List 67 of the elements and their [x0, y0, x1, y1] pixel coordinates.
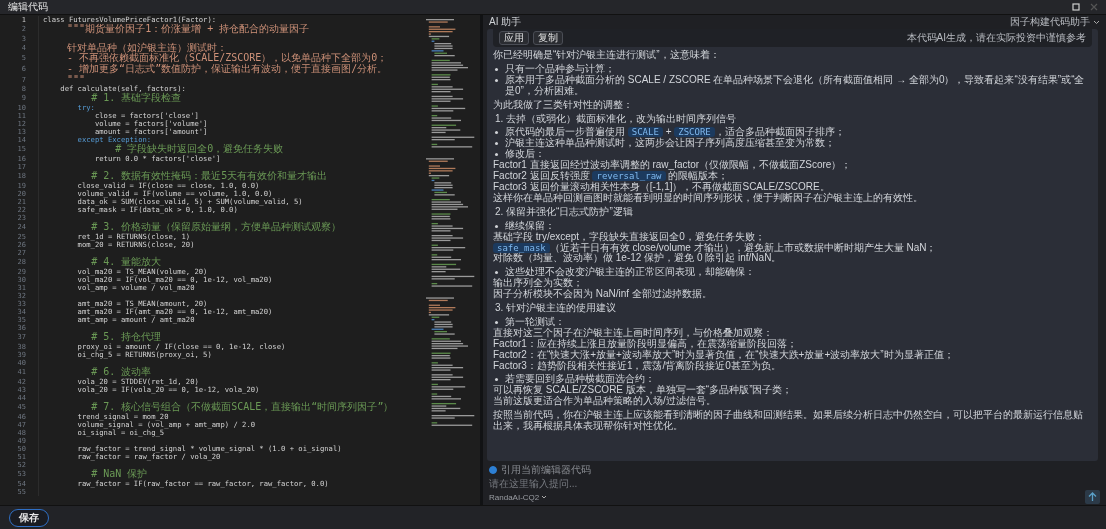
- window-title: 编辑代码: [8, 0, 48, 14]
- message-text: Factor2：在“快速大涨+放量+波动率放大”时为显著负值，在“快速大跌+放量+波动率放大”时为显著正值；: [493, 349, 954, 361]
- reference-checkbox[interactable]: [489, 466, 497, 474]
- send-button[interactable]: [1085, 490, 1100, 504]
- code-line: """期货量价因子1：价涨量增 + 持仓配合的动量因子: [66, 24, 310, 35]
- model-dropdown[interactable]: RandaAI-CQ2: [489, 492, 548, 502]
- message-text: 第一轮测试：: [505, 316, 565, 328]
- message-text: 输出序列全为实数；: [493, 278, 583, 289]
- code-line: # 5. 持仓代理: [90, 332, 162, 343]
- bullet-icon: [495, 320, 498, 324]
- message-text: Factor3：趋势阶段相关性接近1，震荡/背离阶段接近0甚至为负。: [493, 360, 781, 372]
- message-text: 只有一个品种参与计算；: [505, 63, 615, 75]
- bullet-icon: [495, 224, 498, 228]
- message-text: 这些处理不会改变沪银主连的正常区间表现，却能确保：: [505, 267, 755, 278]
- code-line: # 2. 数据有效性掩码：最近5天有有效价和量才输出: [90, 171, 328, 182]
- panel-title: AI 助手: [489, 15, 522, 29]
- checkbox-label: 引用当前编辑器代码: [501, 463, 591, 477]
- chevron-down-icon: [1093, 19, 1100, 25]
- code-line: # 6. 波动率: [90, 367, 152, 378]
- action-button[interactable]: 应用: [499, 31, 529, 45]
- maximize-icon[interactable]: [1072, 3, 1080, 11]
- bullet-icon: [495, 378, 498, 382]
- code-line: # 7. 核心信号组合（不做截面SCALE，直接输出“时间序列因子”）: [90, 402, 394, 413]
- code-line: - 增加更多“日志式”数值防护，保证输出有波动，便于直接画图/分析。: [66, 63, 388, 75]
- code-line: """: [66, 74, 86, 85]
- message-text: 可以再恢复 SCALE/ZSCORE 版本，单独写一套“多品种版”因子类；: [493, 385, 793, 396]
- code-line: # 3. 价格动量（保留原始量纲，方便单品种测试观察）: [90, 222, 342, 233]
- message-text: 按照当前代码，你在沪银主连上应该能看到清晰的因子曲线和回测结果。如果后续分析日志中仍然空白，可以把平台的最新运行信息贴出来，我再根据具体表现帮你针对性优化。: [493, 410, 1084, 432]
- message-text: 当前这版更适合作为单品种策略的入场/过滤信号。: [493, 396, 716, 408]
- message-text: 基础字段 try/except，字段缺失直接返回全0，避免任务失败；: [493, 231, 765, 242]
- bullet-icon: [495, 142, 498, 146]
- message-text: 这样你在单品种回测画图时就能看到明显的时间序列形状，便于判断因子在沪银主连上的有效性。: [493, 192, 923, 204]
- bullet-icon: [495, 67, 498, 71]
- code-line: - 不再强依赖截面标准化（SCALE/ZSCORE），以免单品种下全部为0；: [66, 53, 388, 64]
- message-text: 因子分析模块不会因为 NaN/inf 全部过滤掉数据。: [493, 289, 712, 301]
- action-button[interactable]: 复制: [533, 31, 563, 45]
- code-editor[interactable]: [0, 15, 483, 505]
- bullet-icon: [495, 271, 498, 275]
- disclaimer-text: 本代码AI生成，请在实际投资中谨慎参考: [906, 31, 1086, 45]
- chevron-down-icon: [541, 495, 548, 499]
- bullet-icon: [495, 78, 498, 82]
- message-text: 若需要回到多品种横截面选合约：: [505, 374, 655, 386]
- message-text: Factor3 返回价量滚动相关性本身（[-1,1]），不再做截面SCALE/ZSCORE。: [493, 181, 830, 192]
- save-button[interactable]: 保存: [9, 508, 49, 527]
- arrow-up-icon: [1088, 492, 1097, 502]
- code-line: # NaN 保护: [90, 469, 148, 480]
- code-line: # 1. 基础字段检查: [90, 93, 182, 104]
- message-text: 沪银主连这种单品种测试时，这两步会让因子序列高度压缩甚至变为常数；: [505, 138, 835, 149]
- code-line: # 4. 量能放大: [90, 257, 162, 268]
- message-text: Factor2 返回反转强度 reversal_raw 的限幅版本；: [493, 171, 729, 182]
- message-text: 2. 保留并强化“日志式防护”逻辑: [495, 206, 633, 218]
- message-text: Factor1 直接返回经过波动率调整的 raw_factor（仅做限幅，不做截面ZScore）；: [493, 160, 852, 172]
- message-text: 对除数（均量、波动率）做 1e-12 保护，避免 0 除引起 inf/NaN。: [493, 253, 782, 265]
- bullet-icon: [495, 153, 498, 157]
- code-line: # 字段缺失时返回全0，避免任务失败: [115, 144, 284, 155]
- message-text: 原本用于多品种截面分析的 SCALE / ZSCORE 在单品种场景下会退化（所有截面值相同 → 全部为0），导致看起来“没有结果”或“全是0”，分析困难。: [505, 74, 1086, 97]
- code-line: 针对单品种（如沪银主连）测试时：: [66, 42, 228, 54]
- message-text: 3. 针对沪银主连的使用建议: [495, 303, 617, 314]
- message-text: 直接对这三个因子在沪银主连上画时间序列，与价格叠加观察：: [493, 327, 773, 339]
- message-text: 修改后：: [505, 149, 545, 160]
- message-text: Factor1：应在持续上涨且放量阶段明显偏高，在震荡缩量阶段回落；: [493, 338, 797, 350]
- message-text: 1. 去掉（或弱化）截面标准化，改为输出时间序列信号: [495, 113, 737, 125]
- message-text: 为此我做了三类针对性的调整：: [493, 99, 633, 111]
- assistant-dropdown[interactable]: 因子构建代码助手: [1010, 15, 1100, 29]
- question-input[interactable]: 请在这里输入提问...: [489, 477, 1100, 490]
- bullet-icon: [495, 131, 498, 135]
- message-text: 你已经明确是“针对沪银主连进行测试”，这意味着：: [493, 50, 720, 61]
